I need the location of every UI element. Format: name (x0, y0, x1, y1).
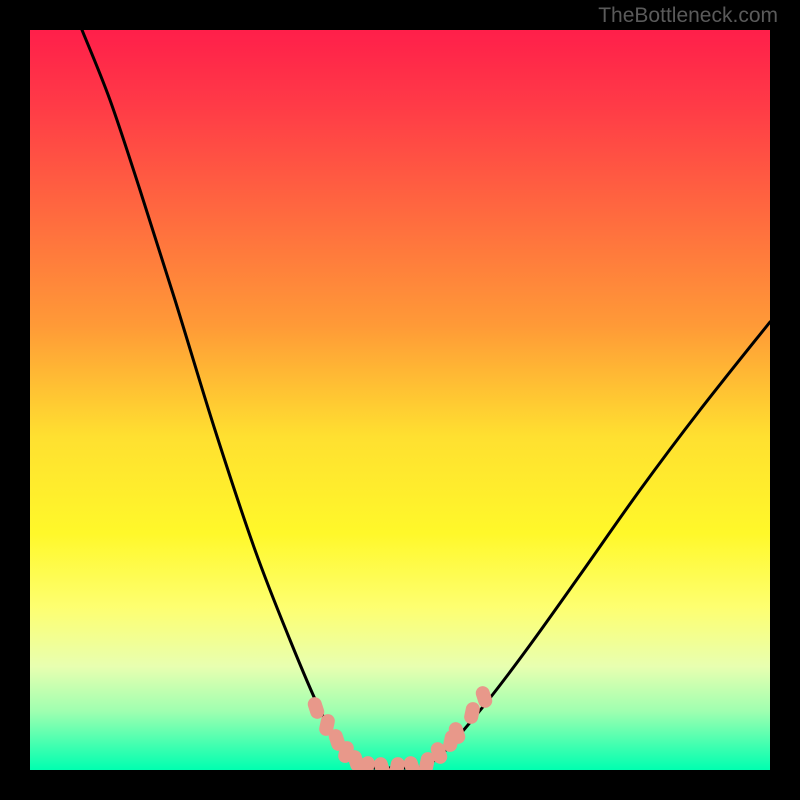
watermark-text: TheBottleneck.com (598, 4, 778, 28)
chart-svg (30, 30, 770, 770)
chart-container: TheBottleneck.com (0, 0, 800, 800)
chart-plot-area (30, 30, 770, 770)
chart-background (30, 30, 770, 770)
